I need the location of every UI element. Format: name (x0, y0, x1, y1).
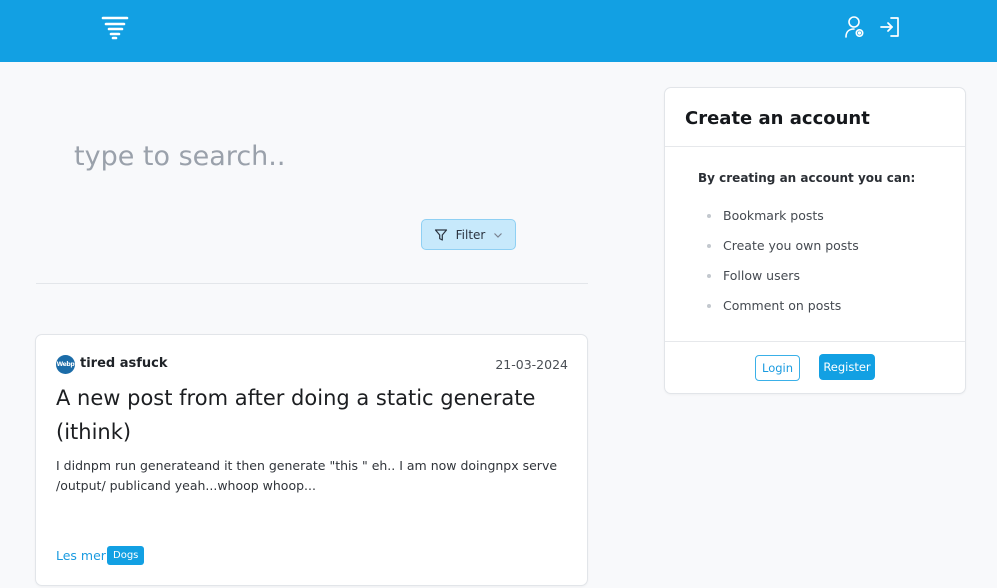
filter-button[interactable]: Filter (421, 219, 516, 250)
post-tag[interactable]: Dogs (107, 546, 145, 565)
login-button[interactable]: Login (755, 355, 800, 381)
section-divider (36, 283, 588, 284)
card-footer-divider (665, 341, 965, 342)
filter-label: Filter (455, 227, 486, 242)
author-avatar[interactable]: Webp (56, 355, 75, 374)
chevron-down-icon (494, 232, 503, 238)
top-navbar (0, 0, 997, 62)
benefit-item: Bookmark posts (707, 206, 859, 236)
funnel-icon (434, 228, 447, 241)
search-input[interactable] (64, 130, 584, 182)
post-date: 21-03-2024 (495, 357, 568, 372)
read-more-link[interactable]: Les mer (56, 548, 106, 563)
register-button[interactable]: Register (819, 354, 875, 380)
post-card: Webp tired asfuck 21-03-2024 A new post … (35, 334, 588, 586)
benefit-list: Bookmark posts Create you own posts Foll… (707, 206, 859, 326)
card-divider (665, 146, 965, 147)
benefit-item: Follow users (707, 266, 859, 296)
sign-in-icon[interactable] (877, 13, 903, 41)
card-title: Create an account (685, 108, 870, 129)
create-account-card: Create an account By creating an account… (664, 87, 966, 394)
post-excerpt: I didnpm run generateand it then generat… (56, 458, 558, 493)
card-subtitle: By creating an account you can: (698, 171, 916, 185)
tornado-logo-icon[interactable] (100, 13, 130, 41)
benefit-item: Comment on posts (707, 296, 859, 326)
post-title[interactable]: A new post from after doing a static gen… (56, 381, 556, 449)
benefit-item: Create you own posts (707, 236, 859, 266)
post-author[interactable]: tired asfuck (80, 356, 168, 371)
user-settings-icon[interactable] (842, 13, 868, 41)
